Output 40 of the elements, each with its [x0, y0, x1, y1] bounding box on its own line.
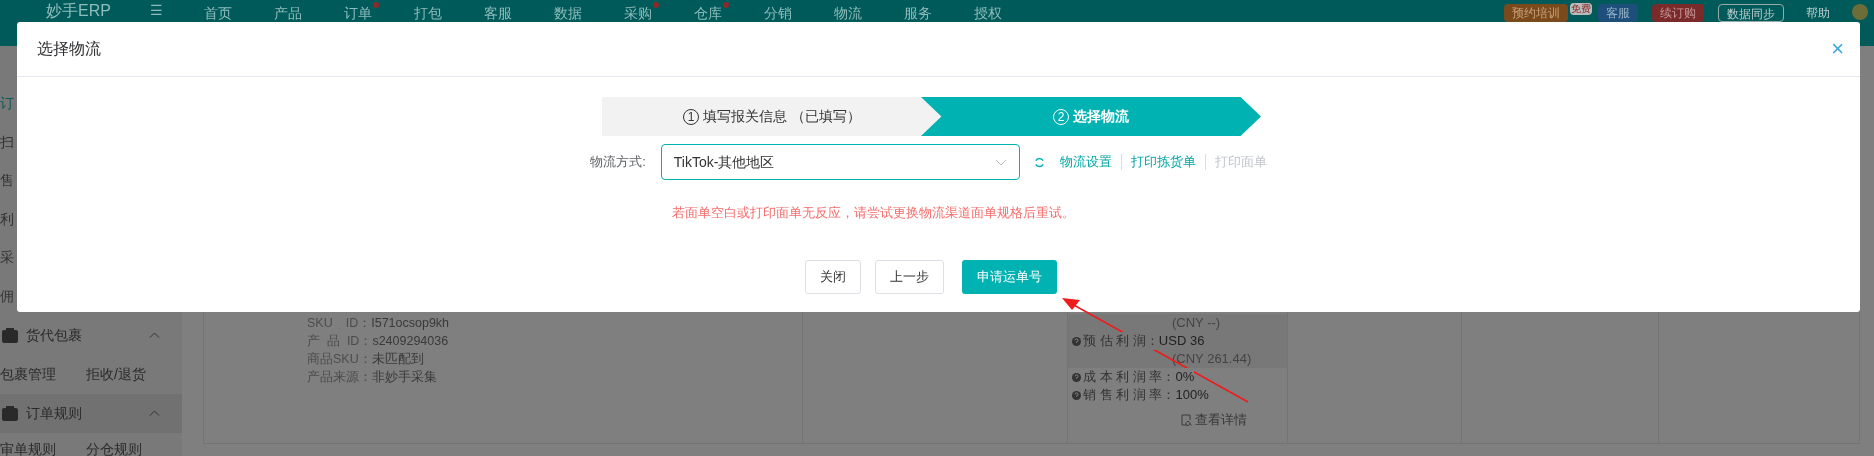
nav-item[interactable]: 授权 [953, 2, 1023, 21]
nav-item[interactable]: 物流 [813, 2, 883, 21]
field-label: 物流方式: [590, 153, 646, 172]
sidebar-item[interactable]: 包裹管理 [0, 363, 86, 385]
nav-item[interactable]: 首页 [183, 2, 253, 21]
nav-item[interactable]: 数据 [533, 2, 603, 21]
link[interactable]: 物流设置 [1059, 152, 1112, 172]
close-button[interactable]: × [1831, 38, 1844, 60]
badge: 免费 [1570, 3, 1592, 15]
sidebar-item[interactable]: 拒收/退货 [86, 363, 172, 385]
nav-item[interactable]: 打包 [393, 2, 463, 21]
nav-item[interactable]: 客服 [463, 2, 533, 21]
logo[interactable]: 妙手ERP [6, 2, 146, 20]
dialog-button[interactable]: 上一步 [874, 260, 944, 294]
details-link[interactable]: 查看详情 [1195, 410, 1247, 430]
header-button[interactable]: 客服 [1598, 4, 1638, 22]
step: 1 填写报关信息 （已填写） [602, 97, 942, 136]
header-button[interactable]: 预约培训 [1504, 4, 1568, 22]
menu-icon[interactable]: ☰ [150, 2, 163, 18]
nav-item[interactable]: 分销 [743, 2, 813, 21]
sidebar-group[interactable]: 订单规则 [0, 393, 182, 433]
sidebar-item[interactable]: 审单规则 [0, 439, 86, 456]
nav-item[interactable]: 仓库 [673, 2, 743, 21]
header-button[interactable]: 续订购 [1652, 4, 1704, 22]
link[interactable]: 打印拣货单 [1130, 152, 1196, 172]
nav-item[interactable]: 产品 [253, 2, 323, 21]
step: 2 选择物流 [921, 97, 1261, 136]
group-title: 订单规则 [26, 403, 83, 423]
nav-item[interactable]: 订单 [323, 2, 393, 21]
header-button[interactable]: 帮助 [1798, 4, 1838, 22]
warning-text: 若面单空白或打印面单无反应，请尝试更换物流渠道面单规格后重试。 [672, 205, 1075, 220]
group-title: 货代包裹 [26, 325, 83, 345]
dialog-button[interactable]: 关闭 [804, 260, 861, 294]
sidebar-group[interactable]: 货代包裹 [0, 315, 182, 355]
shipping-method-select[interactable]: TikTok-其他地区 [660, 144, 1020, 180]
dialog-button[interactable]: 申请运单号 [961, 260, 1057, 294]
nav-item[interactable]: 采购 [603, 2, 673, 21]
dialog-title: 选择物流 [37, 39, 102, 59]
nav-item[interactable]: 服务 [883, 2, 953, 21]
sidebar-item[interactable]: 分仓规则 [86, 439, 172, 456]
